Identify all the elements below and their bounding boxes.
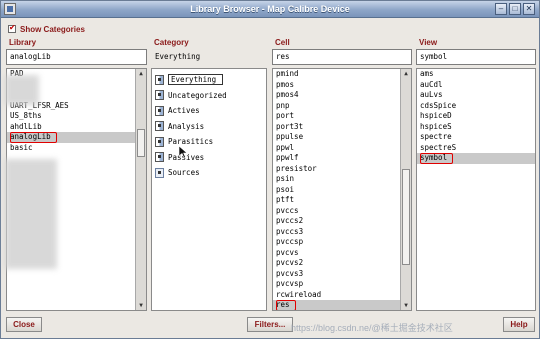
category-icon — [155, 90, 164, 101]
selected-library-label: analogLib — [10, 132, 57, 143]
scroll-up-icon[interactable]: ▲ — [137, 69, 145, 78]
list-item[interactable]: spectre — [417, 132, 535, 143]
library-filter-input[interactable]: analogLib — [6, 49, 147, 65]
category-item-everything[interactable]: Everything — [152, 72, 266, 88]
list-item[interactable]: cdsSpice — [417, 101, 535, 112]
list-item[interactable]: pvcvs2 — [273, 258, 411, 269]
scroll-down-icon[interactable]: ▼ — [137, 301, 145, 310]
cell-column: Cell res pmind pmos pmos4 pnp port port3… — [272, 37, 412, 311]
list-item[interactable]: presistor — [273, 164, 411, 175]
category-icon — [155, 105, 164, 116]
selected-view-label: symbol — [420, 153, 454, 164]
list-item-selected[interactable]: res — [273, 300, 411, 310]
list-item[interactable]: ppwl — [273, 143, 411, 154]
list-item[interactable]: hspiceS — [417, 122, 535, 133]
list-item[interactable]: pmos4 — [273, 90, 411, 101]
show-categories-toggle[interactable]: Show Categories — [8, 23, 85, 34]
selected-cell-label: res — [276, 300, 296, 310]
category-label: Analysis — [168, 121, 205, 131]
category-item-sources[interactable]: Sources — [152, 165, 266, 181]
list-item[interactable]: pvccs — [273, 206, 411, 217]
scroll-down-icon[interactable]: ▼ — [402, 301, 410, 310]
list-item[interactable]: basic — [7, 143, 146, 154]
category-label: Sources — [168, 168, 200, 178]
list-item[interactable]: port3t — [273, 122, 411, 133]
list-item[interactable]: pmos — [273, 80, 411, 91]
list-item[interactable]: pnp — [273, 101, 411, 112]
list-item[interactable]: pvccs3 — [273, 227, 411, 238]
category-header: Category — [154, 38, 189, 47]
list-item[interactable]: spectreS — [417, 143, 535, 154]
minimize-button[interactable]: – — [495, 3, 507, 15]
library-scrollbar[interactable]: ▲ ▼ — [135, 69, 146, 310]
cell-header: Cell — [275, 38, 290, 47]
mouse-cursor-icon — [179, 146, 188, 159]
sources-icon — [155, 167, 164, 178]
list-item[interactable]: hspiceD — [417, 111, 535, 122]
library-browser-window: Library Browser - Map Calibre Device – □… — [0, 0, 540, 339]
category-item-passives[interactable]: Passives — [152, 150, 266, 166]
list-item[interactable]: pvccs2 — [273, 216, 411, 227]
list-item[interactable]: psin — [273, 174, 411, 185]
redacted-region — [5, 75, 39, 105]
list-item[interactable]: psoi — [273, 185, 411, 196]
category-label: Actives — [168, 106, 200, 116]
cell-filter-input[interactable]: res — [272, 49, 412, 65]
category-label: Uncategorized — [168, 90, 227, 100]
category-item-actives[interactable]: Actives — [152, 103, 266, 119]
list-item[interactable]: pmind — [273, 69, 411, 80]
show-categories-checkbox[interactable] — [8, 23, 16, 33]
window-title: Library Browser - Map Calibre Device — [190, 4, 350, 14]
list-item[interactable]: pvcvs3 — [273, 269, 411, 280]
maximize-button[interactable]: □ — [509, 3, 521, 15]
list-item[interactable]: ams — [417, 69, 535, 80]
list-item[interactable]: US_8ths — [7, 111, 146, 122]
category-column: Category Everything Everything Uncategor… — [151, 37, 267, 311]
help-button[interactable]: Help — [503, 317, 535, 332]
list-item[interactable]: pvccsp — [273, 237, 411, 248]
list-item[interactable]: ppulse — [273, 132, 411, 143]
list-item-selected[interactable]: symbol — [417, 153, 535, 164]
category-label: Parasitics — [168, 137, 214, 147]
category-list[interactable]: Everything Uncategorized Actives Analysi… — [151, 68, 267, 311]
category-item-parasitics[interactable]: Parasitics — [152, 134, 266, 150]
list-item[interactable]: ahdlLib — [7, 122, 146, 133]
close-window-button[interactable]: ✕ — [523, 3, 535, 15]
view-list[interactable]: ams auCdl auLvs cdsSpice hspiceD hspiceS… — [416, 68, 536, 311]
view-column: View symbol ams auCdl auLvs cdsSpice hsp… — [416, 37, 536, 311]
cell-scrollbar[interactable]: ▲ ▼ — [400, 69, 411, 310]
category-item-uncategorized[interactable]: Uncategorized — [152, 88, 266, 104]
category-label: Everything — [168, 74, 224, 86]
scroll-thumb[interactable] — [137, 129, 145, 157]
watermark-text: https://blog.csdn.ne/@稀土掘金技术社区 — [291, 323, 453, 333]
category-icon — [155, 152, 164, 163]
list-item[interactable]: auCdl — [417, 80, 535, 91]
list-item[interactable]: pvcvsp — [273, 279, 411, 290]
category-current: Everything — [155, 52, 201, 61]
list-item[interactable]: rcwireload — [273, 290, 411, 301]
library-header: Library — [9, 38, 37, 47]
category-icon — [155, 136, 164, 147]
view-filter-input[interactable]: symbol — [416, 49, 536, 65]
list-item[interactable]: pvcvs — [273, 248, 411, 259]
category-icon — [155, 121, 164, 132]
list-item[interactable]: port — [273, 111, 411, 122]
filters-button[interactable]: Filters... — [247, 317, 293, 332]
category-item-analysis[interactable]: Analysis — [152, 119, 266, 135]
view-header: View — [419, 38, 438, 47]
cell-list[interactable]: pmind pmos pmos4 pnp port port3t ppulse … — [272, 68, 412, 311]
category-icon — [155, 74, 164, 85]
title-bar[interactable]: Library Browser - Map Calibre Device – □… — [1, 1, 539, 18]
scroll-up-icon[interactable]: ▲ — [402, 69, 410, 78]
redacted-region — [5, 159, 57, 269]
list-item[interactable]: auLvs — [417, 90, 535, 101]
list-item[interactable]: ppwlf — [273, 153, 411, 164]
list-item-selected[interactable]: analogLib — [7, 132, 146, 143]
show-categories-label: Show Categories — [20, 24, 85, 34]
list-item[interactable]: ptft — [273, 195, 411, 206]
close-button[interactable]: Close — [6, 317, 42, 332]
scroll-thumb[interactable] — [402, 169, 410, 265]
